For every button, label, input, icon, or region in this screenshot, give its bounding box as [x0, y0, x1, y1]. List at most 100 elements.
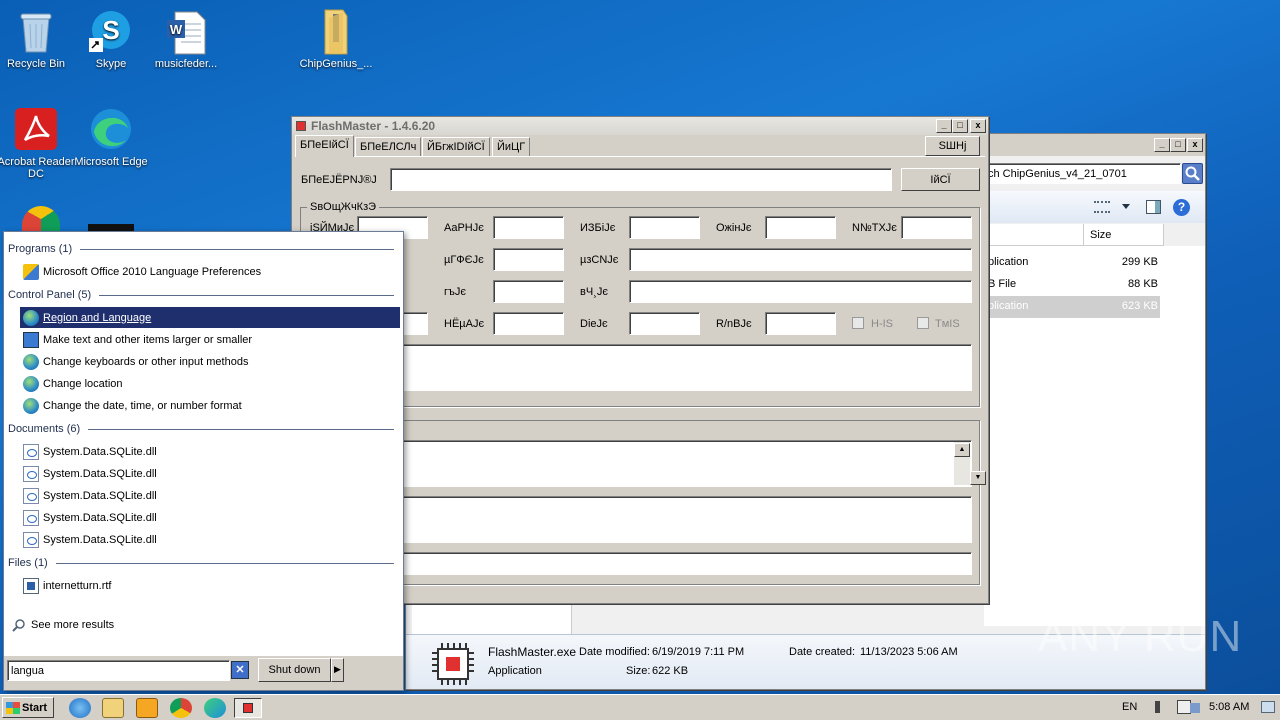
table-row[interactable]: plication 299 KB — [984, 252, 1160, 274]
field-12[interactable] — [629, 312, 700, 335]
taskbar: Start EN 5:08 AM — [0, 694, 1280, 720]
field-5[interactable] — [901, 216, 972, 239]
field-7[interactable] — [629, 248, 972, 271]
field-label: R/nBJє — [716, 318, 752, 330]
trash-icon — [13, 8, 59, 54]
result-label: System.Data.SQLite.dll — [43, 445, 157, 458]
address-bar[interactable]: ch ChipGenius_v4_21_0701 — [984, 163, 1181, 184]
ie-icon[interactable] — [69, 698, 91, 718]
group-title: Documents (6) — [8, 423, 81, 435]
see-more-results[interactable]: See more results — [12, 618, 114, 632]
tab-2[interactable]: БПеЕЛСЛч — [355, 137, 422, 157]
close-button[interactable]: x — [970, 119, 986, 133]
clear-search-button[interactable]: ✕ — [231, 661, 249, 679]
magnifier-icon — [12, 619, 25, 632]
search-button[interactable] — [1182, 163, 1203, 184]
output-textarea[interactable] — [357, 496, 972, 543]
scroll-down-button[interactable]: ▼ — [970, 471, 986, 485]
desktop-icon-label: Skype — [95, 58, 127, 70]
shutdown-button[interactable]: Shut down — [258, 658, 331, 682]
row-size: 299 KB — [1121, 256, 1158, 268]
acrobat-icon — [13, 106, 59, 152]
status-field[interactable] — [357, 552, 972, 575]
start-button[interactable]: Start — [2, 697, 54, 718]
media-player-icon[interactable] — [136, 698, 158, 718]
field-4[interactable] — [765, 216, 836, 239]
column-header-type[interactable] — [984, 224, 1084, 246]
result-label: Change location — [43, 377, 123, 390]
result-dll[interactable]: System.Data.SQLite.dll — [20, 529, 400, 550]
show-desktop-icon[interactable] — [1261, 701, 1275, 713]
chrome-taskbar-icon[interactable] — [170, 698, 192, 718]
result-rtf[interactable]: internetturn.rtf — [20, 575, 400, 596]
windows-logo-icon — [6, 701, 20, 714]
column-header-size[interactable]: Size — [1084, 224, 1164, 246]
preview-pane-icon[interactable] — [1146, 200, 1161, 214]
dll-file-icon — [23, 487, 39, 504]
network-icon[interactable] — [1177, 700, 1191, 714]
field-11[interactable] — [493, 312, 564, 335]
maximize-button[interactable]: □ — [952, 119, 968, 133]
result-dll[interactable]: System.Data.SQLite.dll — [20, 441, 400, 462]
acrobat-shortcut[interactable]: Acrobat Reader DC — [0, 106, 76, 180]
maximize-button[interactable]: □ — [1170, 138, 1186, 152]
result-dll[interactable]: System.Data.SQLite.dll — [20, 507, 400, 528]
tab-1[interactable]: БПеЕІйСЇ — [295, 135, 354, 157]
chipgenius-folder-icon[interactable]: ChipGenius_... — [296, 8, 376, 70]
tab-label: БПеЕЛСЛч — [360, 141, 417, 153]
device-button[interactable]: ІйСЇ — [901, 168, 980, 191]
scroll-up-button[interactable]: ▲ — [954, 443, 970, 457]
top-right-button[interactable]: SШНј — [925, 136, 980, 156]
edge-taskbar-icon[interactable] — [204, 698, 226, 718]
close-button[interactable]: x — [1187, 138, 1203, 152]
tab-4[interactable]: ЙиЦГ — [492, 137, 531, 157]
field-6[interactable] — [493, 248, 564, 271]
system-tray-icon[interactable] — [1190, 703, 1200, 713]
field-9[interactable] — [629, 280, 972, 303]
word-doc-icon[interactable]: W musicfeder... — [146, 8, 226, 70]
explorer-taskbar-icon[interactable] — [102, 698, 124, 718]
minimize-button[interactable]: _ — [936, 119, 952, 133]
field-3[interactable] — [629, 216, 700, 239]
skype-shortcut[interactable]: S Skype — [71, 8, 151, 70]
details-modified-value: 6/19/2019 7:11 PM — [652, 646, 745, 658]
see-more-label: See more results — [31, 619, 115, 631]
field-2[interactable] — [493, 216, 564, 239]
field-8[interactable] — [493, 280, 564, 303]
result-change-keyboards[interactable]: Change keyboards or other input methods — [20, 351, 400, 372]
edge-shortcut[interactable]: Microsoft Edge — [71, 106, 151, 168]
device-select[interactable] — [390, 168, 892, 191]
help-icon[interactable]: ? — [1173, 199, 1190, 216]
language-indicator[interactable]: EN — [1122, 701, 1137, 713]
table-row-selected[interactable]: plication 623 KB — [984, 296, 1160, 318]
recycle-bin-icon[interactable]: Recycle Bin — [0, 8, 76, 70]
result-region-and-language[interactable]: Region and Language — [20, 307, 400, 328]
shutdown-options-button[interactable]: ▶ — [331, 658, 344, 682]
log-textarea[interactable] — [357, 440, 972, 487]
minimize-button[interactable]: _ — [1154, 138, 1170, 152]
chevron-down-icon[interactable] — [1122, 204, 1130, 209]
field-13[interactable] — [765, 312, 836, 335]
table-row[interactable]: B File 88 KB — [984, 274, 1160, 296]
result-office-language[interactable]: Microsoft Office 2010 Language Preferenc… — [20, 261, 400, 282]
checkbox-1[interactable] — [852, 317, 864, 329]
flashmaster-taskbar-icon[interactable] — [234, 698, 262, 718]
size-header-label: Size — [1090, 229, 1112, 241]
details-created-label: Date created: — [789, 646, 856, 658]
group-title: SвОщЖчКзЭ — [307, 201, 380, 213]
chip-icon — [430, 641, 476, 687]
search-input[interactable]: langua — [7, 660, 230, 681]
view-options-icon[interactable] — [1094, 201, 1110, 213]
checkbox-2[interactable] — [917, 317, 929, 329]
scrollbar[interactable]: ▲ ▼ — [954, 442, 986, 485]
result-make-text-larger[interactable]: Make text and other items larger or smal… — [20, 329, 400, 350]
checkbox-label: TмIS — [935, 318, 960, 330]
start-label: Start — [22, 701, 48, 714]
info-textarea[interactable] — [357, 344, 972, 391]
result-dll[interactable]: System.Data.SQLite.dll — [20, 463, 400, 484]
result-change-date-format[interactable]: Change the date, time, or number format — [20, 395, 400, 416]
result-dll[interactable]: System.Data.SQLite.dll — [20, 485, 400, 506]
result-change-location[interactable]: Change location — [20, 373, 400, 394]
speaker-icon[interactable] — [1155, 701, 1167, 713]
tab-3[interactable]: ЙБгжІDІйСЇ — [422, 137, 490, 157]
